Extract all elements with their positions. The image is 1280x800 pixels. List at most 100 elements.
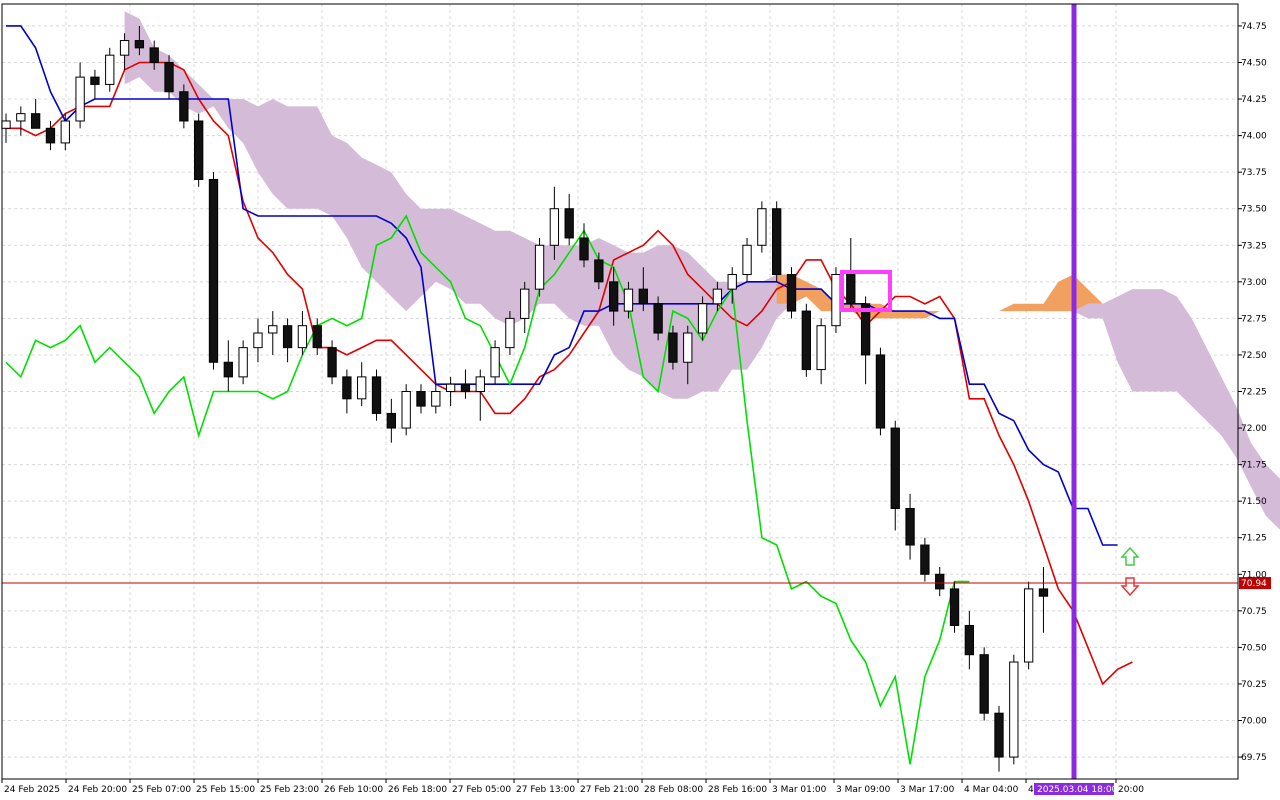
candle-body-bear [460,383,471,393]
y-tick-label: 69.75 [1241,753,1267,763]
candle-body-bear [994,712,1004,758]
candle-body-bear [964,624,975,656]
candle-body-bull [475,376,485,392]
candle-body-bear [801,310,811,371]
candle-body-bull [357,376,367,400]
y-tick-label: 73.25 [1241,241,1267,251]
candle-body-bear [979,654,989,714]
x-tick-label: 24 Feb 20:00 [68,785,127,795]
candle-body-bull [816,325,826,371]
candle-body-bull [445,383,456,393]
crosshair-time-label: 2025.03.04 18:00 [1037,785,1118,795]
candle-body-bull [683,332,693,363]
candle-body-bear [134,40,145,49]
candle-body-bull [105,54,115,85]
y-tick-label: 72.50 [1241,351,1267,361]
candle [534,237,545,297]
candle-body-bear [875,354,886,429]
x-tick-label: 4 Mar 04:00 [964,785,1019,795]
candle-body-bear [920,544,930,575]
y-tick-label: 70.00 [1241,717,1267,727]
x-tick-label: 27 Feb 05:00 [452,785,511,795]
candle-body-bull [1009,661,1019,758]
candle-body-bear [772,208,782,276]
candle [401,384,411,436]
candle-body-bear [786,274,797,312]
candle [786,267,797,319]
candle-body-bear [905,507,915,546]
candle-body-bear [30,113,41,129]
candle-body-bull [697,303,708,334]
y-tick-label: 70.50 [1241,643,1267,653]
candle-body-bear [949,588,960,626]
candle-body-bear [223,361,233,378]
x-tick-label: 25 Feb 15:00 [196,785,255,795]
y-tick-label: 71.25 [1241,534,1267,544]
candle-body-bear [653,303,663,334]
x-tick-label: 3 Mar 01:00 [772,785,827,795]
candle-body-bull [623,288,634,312]
candle-body-bull [831,274,841,327]
candle [772,201,782,282]
x-tick-label: 26 Feb 10:00 [324,785,383,795]
ichimoku-chart[interactable]: 70.94 2025.03.04 18:00 74.75 74.50 74.25 74.… [0,0,1280,800]
x-tick-label: 27 Feb 13:00 [516,785,575,795]
y-tick-label: 72.00 [1241,424,1267,434]
x-tick-label: 3 Mar 17:00 [900,785,955,795]
candle-body-bull [490,347,500,378]
candle-body-bear [312,325,322,349]
chart-background [0,0,1280,800]
candle-body-bear [386,412,397,429]
candle-body-bear [846,274,856,305]
y-tick-label: 72.25 [1241,388,1267,398]
y-tick-label: 71.00 [1241,570,1267,580]
candle-body-bull [16,113,26,122]
candle [979,647,989,721]
candle-body-bull [268,325,278,334]
candle [875,347,886,436]
candle-body-bear [935,573,945,590]
x-tick-label: 24 Feb 2025 [4,785,60,795]
candle-body-bear [564,208,574,239]
candle-body-bull [742,244,752,276]
candle-body-bear [594,259,604,283]
y-tick-label: 73.00 [1241,278,1267,288]
x-tick-label: 25 Feb 23:00 [260,785,319,795]
x-tick-label: 27 Feb 21:00 [580,785,639,795]
candle [831,267,841,334]
y-tick-label: 74.00 [1241,132,1267,142]
candle-body-bull [75,76,85,122]
candle-body-bear [45,127,56,144]
candle-body-bear [342,376,352,400]
candle-body-bear [1038,588,1049,597]
candle [949,581,960,633]
candle [1009,654,1019,765]
candle-body-bull [534,244,545,290]
candle-body-bull [401,391,411,429]
candle [371,369,382,421]
candle-body-bull [1023,588,1034,663]
y-tick-label: 72.75 [1241,314,1267,324]
x-tick-label: 28 Feb 16:00 [708,785,767,795]
candle-body-bear [194,120,204,180]
candle-body-bull [520,288,530,319]
x-tick-label: 25 Feb 07:00 [132,785,191,795]
x-tick-label: 20:00 [1118,785,1144,795]
candle-body-bull [431,391,441,407]
y-tick-label: 74.75 [1241,22,1267,32]
x-tick-label: 26 Feb 18:00 [388,785,447,795]
candle-body-bear [327,347,337,378]
candle-body-bear [579,237,589,261]
candle-body-bear [638,288,648,305]
candle [208,172,219,370]
current-price-label: 70.94 [1241,579,1267,589]
candle [801,303,811,377]
candle-body-bull [505,317,515,349]
y-tick-label: 71.50 [1241,497,1267,507]
candle-body-bear [890,427,900,509]
x-tick-label: 3 Mar 09:00 [836,785,891,795]
candle-body-bull [549,208,560,246]
y-tick-label: 70.75 [1241,607,1267,617]
candle-body-bear [371,376,382,414]
candle-body-bull [253,332,263,349]
